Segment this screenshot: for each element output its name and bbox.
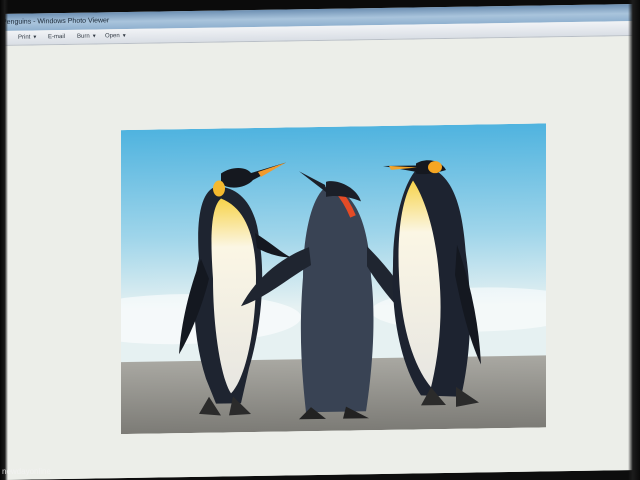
burn-menu-button[interactable]: Burn ▼ [77, 29, 97, 43]
chevron-down-icon: ▼ [91, 33, 97, 40]
penguins-photo[interactable] [121, 123, 546, 435]
chevron-down-icon: ▼ [121, 33, 127, 40]
chevron-down-icon: ▼ [32, 34, 38, 41]
monitor-bezel-left [0, 0, 8, 480]
burn-label: Burn [77, 33, 90, 40]
open-label: Open [105, 33, 120, 40]
monitor-bezel-right [628, 0, 640, 480]
email-button[interactable]: E-mail [48, 30, 65, 44]
image-view-area [0, 35, 640, 480]
watermark-text: newdayonline [2, 467, 51, 476]
photo-viewer-window: Penguins - Windows Photo Viewer Print ▼ E… [0, 3, 640, 480]
email-label: E-mail [48, 33, 66, 41]
print-label: Print [18, 34, 31, 41]
penguins-image [121, 123, 546, 435]
window-title: Penguins - Windows Photo Viewer [2, 17, 110, 26]
print-menu-button[interactable]: Print ▼ [18, 30, 37, 44]
open-menu-button[interactable]: Open ▼ [105, 29, 127, 43]
